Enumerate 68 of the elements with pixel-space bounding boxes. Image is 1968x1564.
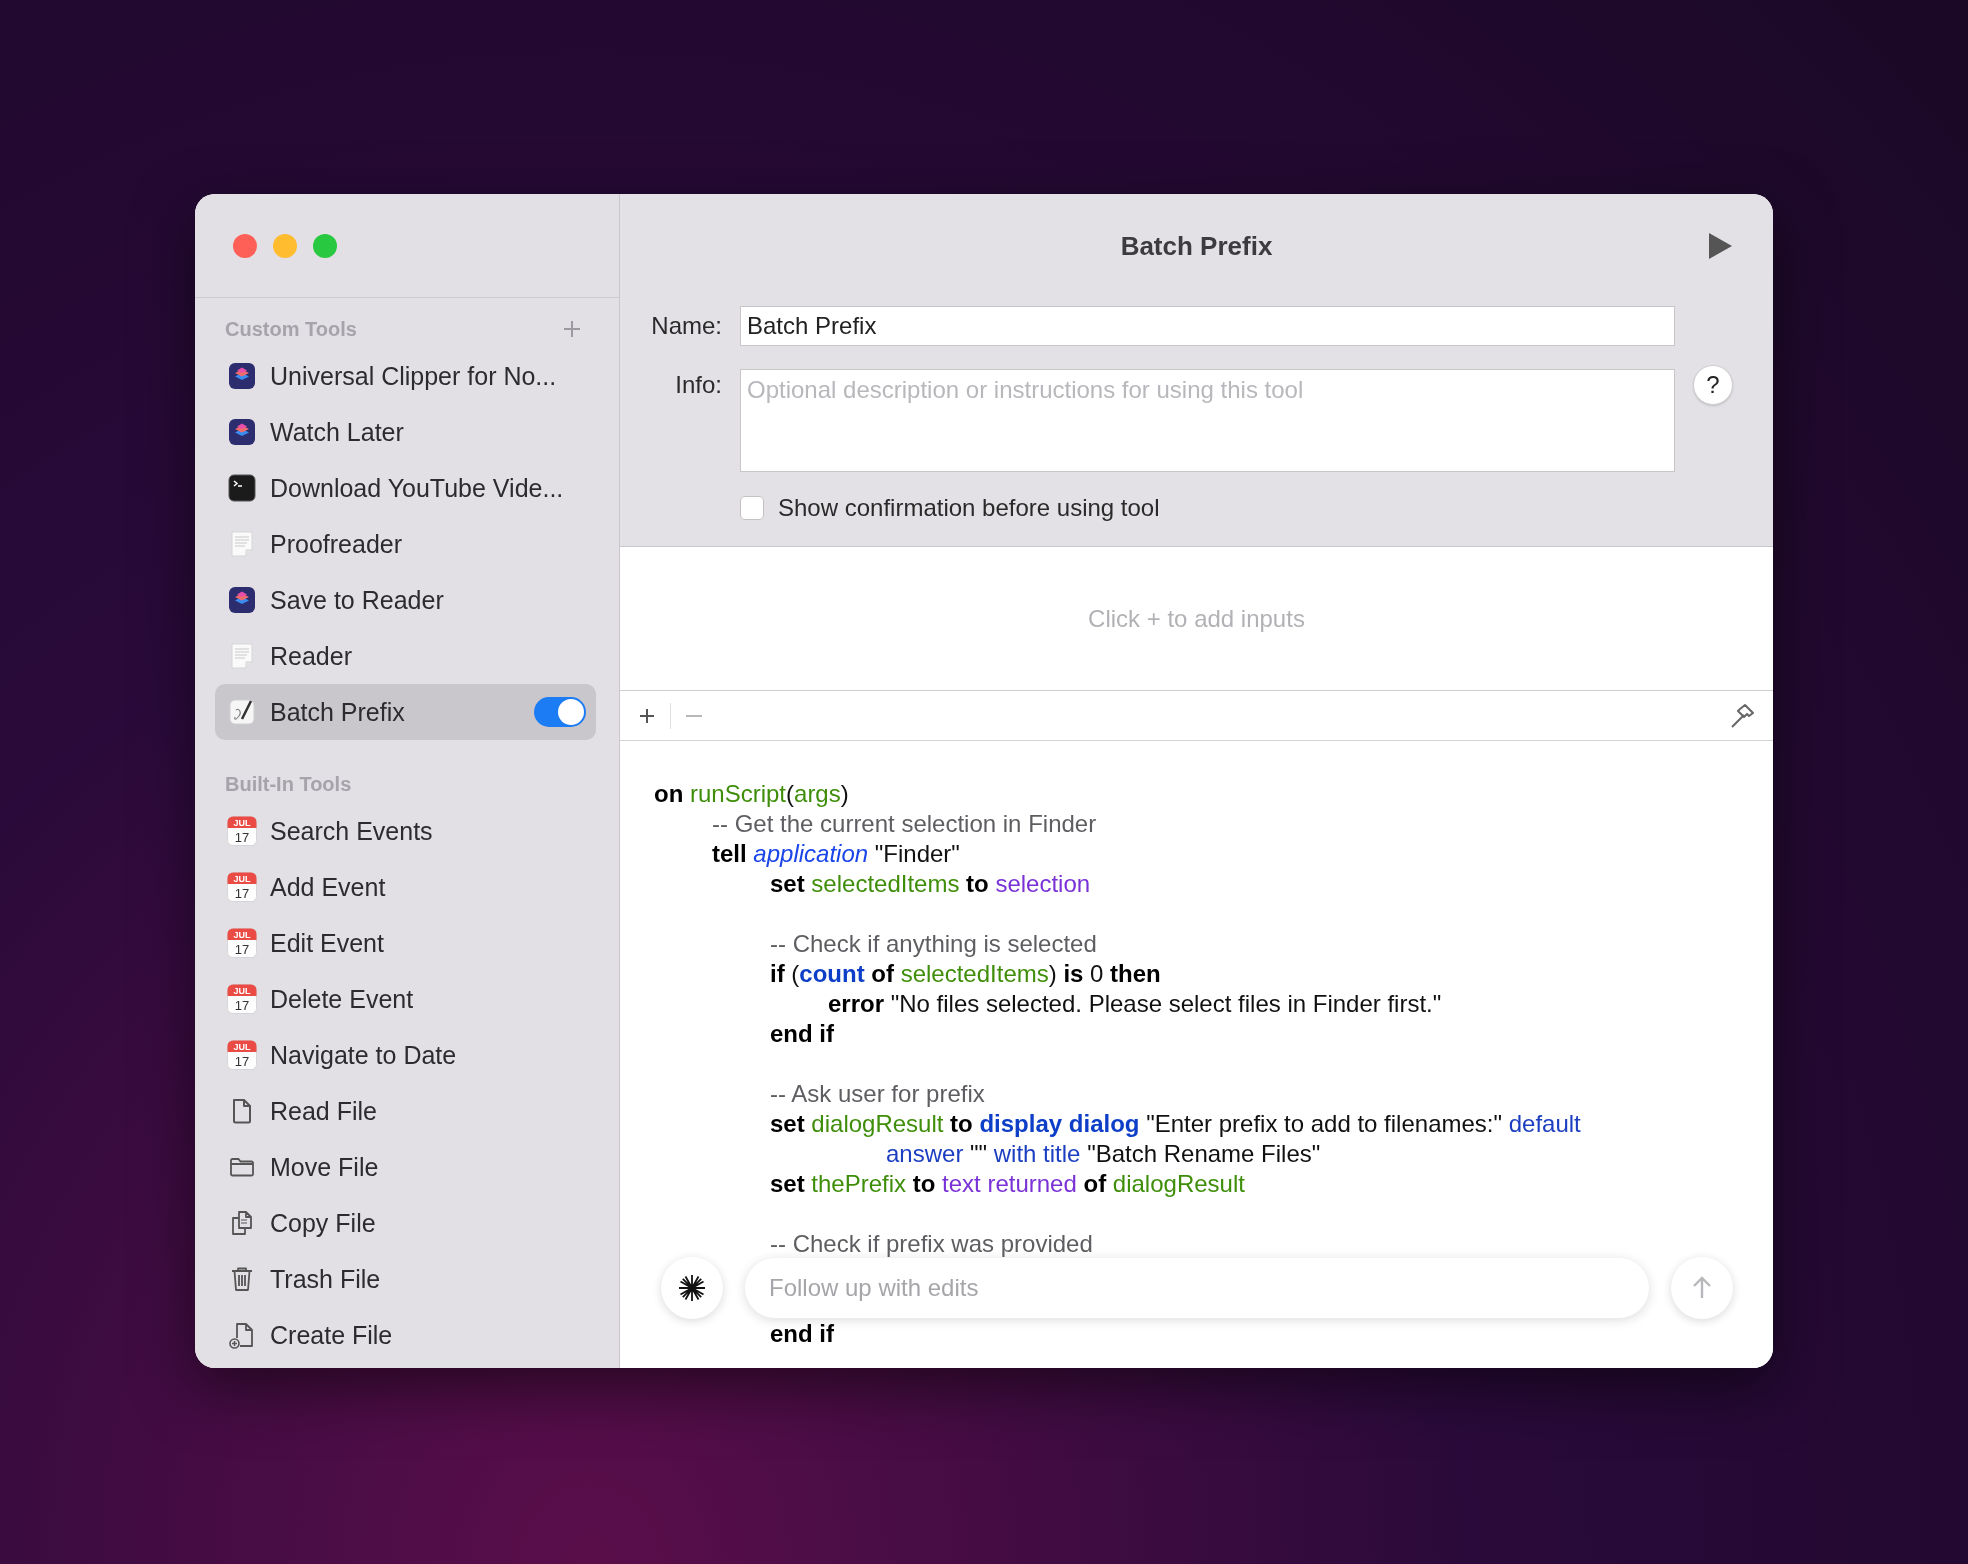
- shortcuts-app-icon: [228, 586, 256, 614]
- calendar-icon: JUL 17: [227, 872, 257, 902]
- calendar-icon: JUL 17: [227, 928, 257, 958]
- code-line: tell application "Finder": [711, 839, 960, 869]
- terminal-icon: [228, 474, 256, 502]
- sidebar-item[interactable]: Proofreader: [215, 516, 596, 572]
- toggle-switch[interactable]: [534, 697, 586, 727]
- sidebar-item[interactable]: Trash File: [215, 1251, 596, 1307]
- sidebar-item[interactable]: Reader: [215, 628, 596, 684]
- code-line: -- Check if prefix was provided: [769, 1229, 1093, 1259]
- add-icon[interactable]: [638, 706, 656, 725]
- sidebar-item[interactable]: Watch Later: [215, 404, 596, 460]
- code-line: set selectedItems to selection: [769, 869, 1091, 899]
- zoom-button[interactable]: [313, 233, 337, 258]
- checkbox[interactable]: [740, 496, 764, 520]
- window-title: Batch Prefix: [1120, 230, 1273, 262]
- code-line: -- Ask user for prefix: [769, 1079, 985, 1109]
- section-header: Custom Tools: [225, 317, 357, 341]
- sidebar-item[interactable]: JUL 17 Add Event: [215, 859, 596, 915]
- hammer-icon[interactable]: [1729, 702, 1755, 729]
- code-line: -- Check if anything is selected: [769, 929, 1097, 959]
- sidebar-item[interactable]: Save to Reader: [215, 572, 596, 628]
- code-line: end if: [769, 1019, 834, 1049]
- follow-up-field[interactable]: Follow up with edits: [745, 1258, 1649, 1318]
- close-button[interactable]: [233, 233, 257, 258]
- code-line: on runScript(args): [654, 779, 849, 809]
- sparkle-icon: [677, 1273, 707, 1303]
- arrow-up-icon: [1691, 1276, 1713, 1300]
- code-line: answer "" with title "Batch Rename Files": [885, 1139, 1321, 1169]
- shortcuts-app-icon: [228, 362, 256, 390]
- minimize-button[interactable]: [273, 233, 297, 258]
- calendar-icon: JUL 17: [227, 1040, 257, 1070]
- sidebar-item[interactable]: Read File: [215, 1083, 596, 1139]
- send-button[interactable]: [1671, 1257, 1733, 1319]
- sidebar-item[interactable]: Batch Prefix: [215, 684, 596, 740]
- calendar-icon: JUL 17: [227, 984, 257, 1014]
- code-line: set dialogResult to display dialog "Enter prefix to add to filenames:" default: [769, 1109, 1581, 1139]
- code-line: set thePrefix to text returned of dialogResult: [769, 1169, 1245, 1199]
- field-label: Info:: [674, 370, 722, 400]
- pen-page-icon: [228, 698, 256, 726]
- sidebar-item[interactable]: Universal Clipper for No...: [215, 348, 596, 404]
- help-button[interactable]: ?: [1693, 365, 1733, 405]
- code-line: end if: [769, 1319, 834, 1349]
- shortcuts-app-icon: [228, 418, 256, 446]
- sidebar-item[interactable]: JUL 17 Delete Event: [215, 971, 596, 1027]
- document-icon: [228, 642, 256, 670]
- sidebar-item[interactable]: JUL 17 Navigate to Date: [215, 1027, 596, 1083]
- sparkle-button[interactable]: [661, 1257, 723, 1319]
- sidebar-item[interactable]: Download YouTube Vide...: [215, 460, 596, 516]
- document-icon: [228, 530, 256, 558]
- sidebar-item[interactable]: JUL 17 Search Events: [215, 803, 596, 859]
- sidebar-item[interactable]: Create File: [215, 1307, 596, 1363]
- empty-inputs-hint: Click + to add inputs: [1088, 604, 1305, 633]
- field-label: Name:: [650, 311, 722, 341]
- code-line: if (count of selectedItems) is 0 then: [769, 959, 1161, 989]
- remove-icon[interactable]: [685, 713, 703, 718]
- info-field[interactable]: Optional description or instructions for using this tool: [740, 369, 1675, 472]
- name-field[interactable]: Batch Prefix: [740, 306, 1675, 346]
- play-icon[interactable]: [1707, 232, 1733, 260]
- code-line: error "No files selected. Please select files in Finder first.": [827, 989, 1442, 1019]
- calendar-icon: JUL 17: [227, 816, 257, 846]
- sidebar-item[interactable]: Copy File: [215, 1195, 596, 1251]
- sidebar-item[interactable]: Move File: [215, 1139, 596, 1195]
- section-header: Built-In Tools: [225, 772, 352, 796]
- checkbox-label: Show confirmation before using tool: [778, 494, 1160, 522]
- sidebar-item[interactable]: JUL 17 Edit Event: [215, 915, 596, 971]
- file-add-icon: [228, 1321, 256, 1349]
- code-line: -- Get the current selection in Finder: [711, 809, 1097, 839]
